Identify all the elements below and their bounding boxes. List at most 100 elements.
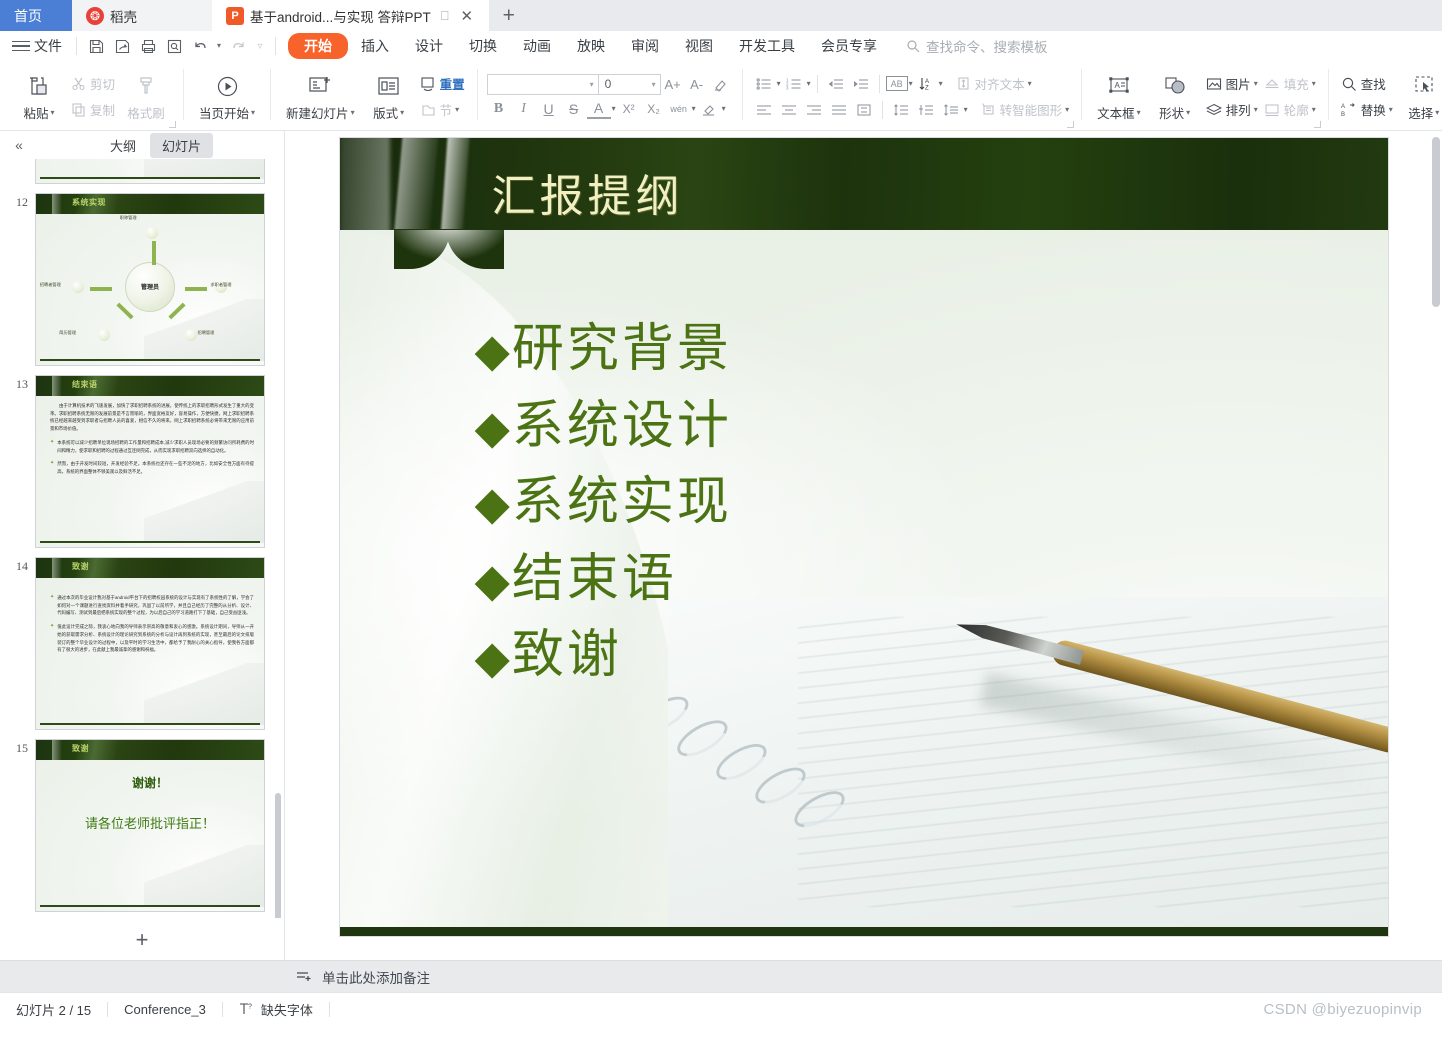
collapse-left-icon[interactable]: « [6, 137, 32, 153]
thumbnail-scrollbar[interactable] [275, 193, 281, 918]
tab-presentation[interactable]: P 基于android...与实现 答辩PPT ⎕ ✕ [212, 0, 489, 31]
list-item[interactable]: ◆ 系统设计 [475, 399, 732, 455]
new-slide-button[interactable]: 新建幻灯片 ▾ [280, 63, 361, 130]
justify-button[interactable] [827, 99, 851, 121]
list-item[interactable]: ◆ 系统实现 [475, 476, 732, 531]
save-as-icon[interactable] [109, 34, 135, 58]
chevron-down-icon[interactable]: ▾ [652, 80, 656, 89]
highlight-button[interactable] [697, 98, 721, 120]
ribbon-tab-transition[interactable]: 切换 [456, 33, 510, 59]
present-monitor-icon[interactable]: ⎕ [437, 8, 453, 24]
grow-font-button[interactable]: A+ [661, 73, 685, 95]
textbox-button[interactable]: A 文本框 ▾ [1091, 63, 1147, 130]
decrease-indent-button[interactable] [824, 73, 848, 95]
tab-docer[interactable]: ❂ 稻壳 [72, 0, 212, 31]
undo-dropdown-icon[interactable]: ▾ [213, 34, 225, 58]
font-color-dropdown-icon[interactable]: ▾ [612, 105, 616, 113]
ribbon-tab-review[interactable]: 审阅 [618, 33, 672, 59]
notes-pane[interactable]: 单击此处添加备注 [0, 960, 1442, 992]
tab-outline[interactable]: 大纲 [98, 133, 148, 158]
missing-font-status[interactable]: ? 缺失字体 [223, 1000, 329, 1019]
shape-button[interactable]: 形状 ▾ [1147, 63, 1203, 130]
sort-button[interactable]: AZ [914, 73, 938, 95]
slide-thumbnail[interactable]: 致谢 谢谢！ 请各位老师批评指正！ [35, 739, 265, 912]
phonetic-guide-button[interactable]: wén [667, 98, 691, 120]
line-spacing-increase-button[interactable] [889, 99, 913, 121]
slide-thumbnail[interactable]: 致谢 ✦ 通过本次的毕业设计我对基于android平台下的招聘校园系统的设计与实… [35, 557, 265, 730]
list-item[interactable]: 12 系统实现 管理员 职称管理 招聘者管理 求职者管理 简历管理 招聘管理 [12, 193, 284, 366]
list-item[interactable] [12, 159, 284, 184]
ribbon-tab-start[interactable]: 开始 [288, 33, 348, 59]
list-item[interactable]: 15 致谢 谢谢！ 请各位老师批评指正！ [12, 739, 284, 912]
align-text-button[interactable]: 对齐文本 ▾ [952, 72, 1035, 95]
theme-name[interactable]: Conference_3 [108, 1002, 222, 1017]
list-item[interactable]: 13 结束语 由于计算机技术的飞速发展，加快了求职招聘系统的进展，使传统上的求职… [12, 375, 284, 548]
shrink-font-button[interactable]: A- [685, 73, 709, 95]
slide-bullet-list[interactable]: ◆ 研究背景 ◆ 系统设计 ◆ 系统实现 ◆ 结束语 ◆ 致谢 [475, 322, 732, 706]
align-right-button[interactable] [802, 99, 826, 121]
fill-button[interactable]: 填充 ▾ [1261, 72, 1319, 95]
close-icon[interactable]: ✕ [459, 7, 475, 25]
ribbon-tab-member[interactable]: 会员专享 [808, 33, 890, 59]
highlight-dropdown-icon[interactable]: ▾ [722, 105, 726, 113]
save-icon[interactable] [83, 34, 109, 58]
insert-dialog-launcher[interactable] [1313, 121, 1321, 128]
list-item[interactable]: ◆ 结束语 [475, 552, 732, 608]
font-size-input[interactable]: 0 ▾ [598, 73, 661, 95]
start-from-current-slide-button[interactable]: 当页开始 ▾ [193, 63, 261, 130]
chevron-down-icon[interactable]: ▾ [590, 80, 594, 89]
underline-button[interactable]: U [537, 98, 561, 120]
bullet-list-button[interactable] [752, 73, 776, 95]
paragraph-dialog-launcher[interactable] [1067, 121, 1075, 128]
list-item[interactable]: ◆ 致谢 [475, 629, 732, 684]
customize-toolbar-icon[interactable]: ▿ [251, 34, 269, 58]
clipboard-dialog-launcher[interactable] [169, 121, 177, 128]
paste-button[interactable]: 粘贴 ▾ [11, 63, 67, 130]
find-button[interactable]: 查找 [1338, 72, 1396, 95]
ribbon-tab-design[interactable]: 设计 [402, 33, 456, 59]
numbering-dropdown-icon[interactable]: ▾ [807, 79, 811, 88]
menu-hamburger-icon[interactable] [10, 40, 32, 52]
reset-button[interactable]: 重置 [417, 72, 468, 95]
line-spacing-decrease-button[interactable] [914, 99, 938, 121]
clear-format-button[interactable] [709, 73, 733, 95]
ribbon-tab-slideshow[interactable]: 放映 [564, 33, 618, 59]
phonetic-dropdown-icon[interactable]: ▾ [692, 105, 696, 113]
outline-button[interactable]: 轮廓 ▾ [1261, 98, 1319, 121]
print-icon[interactable] [135, 34, 161, 58]
slide-thumbnail-list[interactable]: 12 系统实现 管理员 职称管理 招聘者管理 求职者管理 简历管理 招聘管理 1… [0, 159, 284, 918]
font-color-button[interactable]: A [586, 100, 611, 119]
layout-button[interactable]: 版式 ▾ [361, 63, 417, 130]
increase-indent-button[interactable] [849, 73, 873, 95]
print-preview-icon[interactable] [161, 34, 187, 58]
convert-smartart-button[interactable]: 转智能图形 ▾ [977, 98, 1073, 121]
tab-slides[interactable]: 幻灯片 [150, 132, 214, 158]
superscript-button[interactable]: X² [617, 98, 641, 120]
ribbon-tab-animation[interactable]: 动画 [510, 33, 564, 59]
copy-button[interactable]: 复制 [67, 98, 118, 121]
text-direction-button[interactable]: AB [885, 76, 908, 91]
select-button[interactable]: 选择 ▾ [1396, 63, 1442, 130]
distribute-button[interactable] [852, 99, 876, 121]
bullet-dropdown-icon[interactable]: ▾ [777, 79, 781, 88]
ribbon-tab-developer[interactable]: 开发工具 [726, 33, 808, 59]
tab-home[interactable]: 首页 [0, 0, 72, 31]
add-slide-button[interactable]: + [0, 918, 284, 960]
slide-thumbnail[interactable] [35, 159, 265, 184]
subscript-button[interactable]: X₂ [642, 98, 666, 120]
current-slide[interactable]: 汇报提纲 ◆ 研究背景 ◆ 系统设计 ◆ 系统实现 ◆ 结束语 ◆ 致谢 [338, 137, 1389, 937]
cut-button[interactable]: 剪切 [67, 72, 118, 95]
replace-button[interactable]: AB 替换 ▾ [1338, 98, 1396, 121]
scrollbar-thumb[interactable] [275, 793, 281, 918]
numbered-list-button[interactable]: 123 [782, 73, 806, 95]
editor-scrollbar[interactable] [1432, 137, 1440, 954]
list-item[interactable]: 14 致谢 ✦ 通过本次的毕业设计我对基于android平台下的招聘校园系统的设… [12, 557, 284, 730]
file-menu-button[interactable]: 文件 [32, 36, 70, 56]
redo-icon[interactable] [225, 34, 251, 58]
strikethrough-button[interactable]: S [562, 98, 586, 120]
command-search[interactable]: 查找命令、搜索模板 [904, 36, 1048, 56]
align-left-button[interactable] [752, 99, 776, 121]
slide-title-text[interactable]: 汇报提纲 [492, 160, 684, 224]
list-item[interactable]: ◆ 研究背景 [475, 322, 732, 378]
text-direction-dropdown-icon[interactable]: ▾ [909, 79, 913, 88]
